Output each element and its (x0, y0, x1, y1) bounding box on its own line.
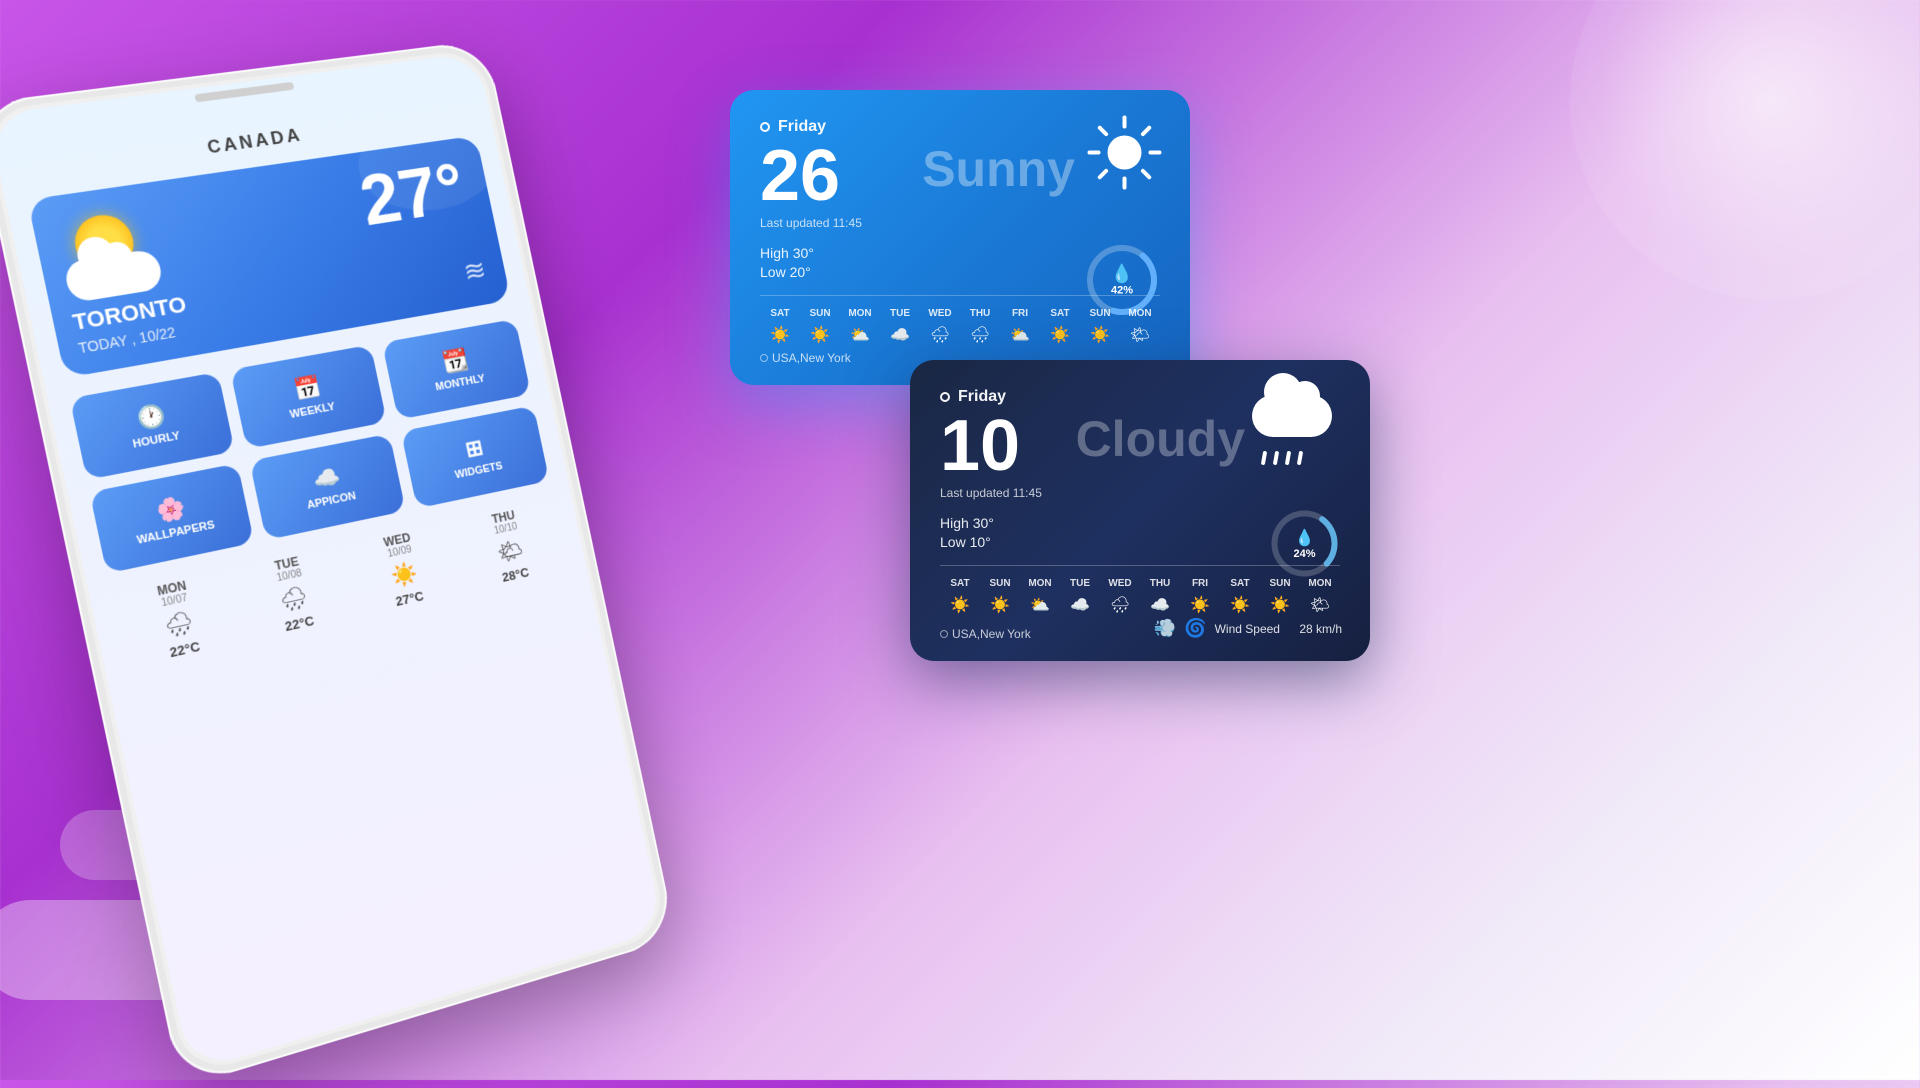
widgets-button[interactable]: ⊞ WIDGETS (401, 405, 550, 508)
week-dark-sat: SAT☀️ (940, 578, 980, 615)
week-day-thu: THU🌧 (960, 308, 1000, 345)
forecast-day-mon: MON 10/07 🌧 22°C (111, 569, 244, 670)
wallpapers-icon: 🌸 (154, 494, 188, 526)
widget-card-dark[interactable]: 💧 24% Friday 10 Last updated 11:45 High … (910, 360, 1370, 661)
monthly-button[interactable]: 📆 MONTHLY (382, 319, 531, 420)
appicon-button[interactable]: ☁️ APPICON (249, 434, 405, 541)
week-dark-thu: THU☁️ (1140, 578, 1180, 615)
hourly-label: HOURLY (132, 430, 181, 451)
weekly-button[interactable]: 📅 WEEKLY (230, 345, 387, 449)
card-blue-high-low: High 30° Low 20° (760, 245, 1160, 280)
forecast-day-thu: THU 10/10 🌤 28°C (449, 500, 568, 594)
hourly-icon: 🕐 (135, 402, 169, 433)
week-day-sat2: SAT☀️ (1040, 308, 1080, 345)
week-dark-sat2: SAT☀️ (1220, 578, 1260, 615)
card-dark-footer: USA,New York 💨 🌀 Wind Speed 28 km/h (940, 621, 1340, 641)
week-day-sun: SUN☀️ (800, 308, 840, 345)
week-day-sat: SAT☀️ (760, 308, 800, 345)
card-dark-location: USA,New York (940, 627, 1031, 641)
widgets-icon: ⊞ (463, 435, 485, 463)
card-dark-last-updated: Last updated 11:45 (940, 486, 1340, 500)
card-blue-high: High 30° (760, 245, 1160, 261)
week-day-fri: FRI⛅ (1000, 308, 1040, 345)
phone-temperature: 27° (355, 153, 471, 237)
phone-weather-icon (54, 207, 175, 304)
week-dark-sun: SUN☀️ (980, 578, 1020, 615)
week-dark-wed: WED🌧 (1100, 578, 1140, 615)
week-dark-tue: TUE☁️ (1060, 578, 1100, 615)
location-dot-dark (940, 630, 948, 638)
week-dark-mon: MON⛅ (1020, 578, 1060, 615)
card-dark-low: Low 10° (940, 534, 1340, 550)
weekly-icon: 📅 (292, 373, 324, 403)
phone-vol-down-button (27, 396, 46, 459)
wallpapers-label: WALLPAPERS (136, 519, 216, 547)
widgets-label: WIDGETS (454, 460, 504, 481)
humidity-pct-blue: 42% (1111, 285, 1133, 297)
card-blue-last-updated: Last updated 11:45 (760, 216, 1160, 230)
phone-wind-icon: ≋ (461, 253, 489, 288)
forecast-day-tue: TUE 10/08 🌧 22°C (228, 545, 356, 644)
appicon-icon: ☁️ (311, 463, 343, 494)
forecast-day-wed: WED 10/09 ☀️ 27°C (341, 522, 465, 618)
week-dark-fri: FRI☀️ (1180, 578, 1220, 615)
wallpapers-button[interactable]: 🌸 WALLPAPERS (89, 463, 254, 573)
card-dark-high-low: High 30° Low 10° (940, 515, 1340, 550)
card-dark-high: High 30° (940, 515, 1340, 531)
hourly-button[interactable]: 🕐 HOURLY (70, 372, 235, 480)
monthly-label: MONTHLY (434, 373, 486, 394)
phone-vol-up-button (11, 319, 31, 382)
week-day-tue: TUE☁️ (880, 308, 920, 345)
monthly-icon: 📆 (440, 346, 471, 375)
phone-power-button (521, 207, 538, 264)
location-dot-blue (760, 354, 768, 362)
week-dark-sun2: SUN☀️ (1260, 578, 1300, 615)
glow-decoration (1570, 0, 1920, 300)
weekly-label: WEEKLY (289, 401, 336, 421)
wind-speed-bar: 💨 🌀 Wind Speed 28 km/h (1154, 618, 1342, 639)
week-day-wed: WED🌧 (920, 308, 960, 345)
card-blue-day: Friday (760, 118, 1160, 136)
card-blue-low: Low 20° (760, 264, 1160, 280)
card-dark-condition: Cloudy (1076, 410, 1245, 468)
appicon-label: APPICON (306, 490, 357, 512)
card-dark-day: Friday (940, 388, 1340, 406)
week-day-mon: MON⛅ (840, 308, 880, 345)
week-dark-mon2: MON🌤 (1300, 578, 1340, 615)
widget-card-blue[interactable]: 💧 42% Friday 26 Last updated 11:45 High … (730, 90, 1190, 385)
phone-mute-button (0, 268, 14, 305)
card-blue-condition: Sunny (922, 140, 1075, 198)
